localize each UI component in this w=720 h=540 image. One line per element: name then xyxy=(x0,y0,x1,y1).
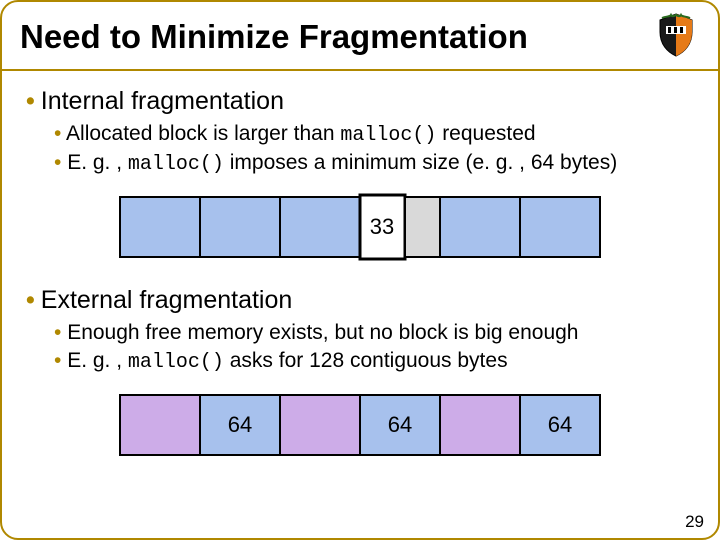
list-item: Enough free memory exists, but no block … xyxy=(54,319,694,347)
text: asks for 128 contiguous bytes xyxy=(224,349,508,372)
bullet-icon: • xyxy=(26,87,35,115)
memory-block xyxy=(440,395,520,455)
section-heading-internal: •Internal fragmentation xyxy=(26,87,694,116)
code-malloc: malloc() xyxy=(128,351,224,374)
memory-block xyxy=(280,197,360,257)
list-item: E. g. , malloc() asks for 128 contiguous… xyxy=(54,347,694,376)
title-bar: Need to Minimize Fragmentation xyxy=(2,2,718,71)
memory-block xyxy=(280,395,360,455)
wasted-block xyxy=(405,197,440,257)
memory-block xyxy=(440,197,520,257)
slide-body: •Internal fragmentation Allocated block … xyxy=(2,71,718,460)
memory-block xyxy=(120,395,200,455)
text: Enough free memory exists, but no block … xyxy=(67,321,578,344)
memory-block xyxy=(120,197,200,257)
slide-title: Need to Minimize Fragmentation xyxy=(20,18,528,56)
text: E. g. , xyxy=(67,151,128,174)
crest-icon xyxy=(652,10,700,63)
bullet-icon: • xyxy=(26,286,35,314)
internal-fragmentation-diagram: 33 xyxy=(26,192,694,262)
block-label-64: 64 xyxy=(388,412,412,437)
text: E. g. , xyxy=(67,349,128,372)
block-label-64: 64 xyxy=(548,412,572,437)
block-label-33: 33 xyxy=(370,214,394,239)
external-sublist: Enough free memory exists, but no block … xyxy=(26,319,694,376)
code-malloc: malloc() xyxy=(128,153,224,176)
text: imposes a minimum size (e. g. , 64 bytes… xyxy=(224,151,617,174)
code-malloc: malloc() xyxy=(340,124,436,147)
text: Allocated block is larger than xyxy=(66,122,340,145)
internal-sublist: Allocated block is larger than malloc() … xyxy=(26,120,694,178)
slide: Need to Minimize Fragmentation •Internal… xyxy=(0,0,720,540)
heading-text: Internal fragmentation xyxy=(41,87,284,115)
heading-text: External fragmentation xyxy=(41,286,293,314)
external-fragmentation-diagram: 64 64 64 xyxy=(26,390,694,460)
list-item: Allocated block is larger than malloc() … xyxy=(54,120,694,149)
block-label-64: 64 xyxy=(228,412,252,437)
memory-block xyxy=(200,197,280,257)
text: requested xyxy=(436,122,535,145)
page-number: 29 xyxy=(685,512,704,532)
list-item: E. g. , malloc() imposes a minimum size … xyxy=(54,149,694,178)
section-heading-external: •External fragmentation xyxy=(26,286,694,315)
memory-block xyxy=(520,197,600,257)
